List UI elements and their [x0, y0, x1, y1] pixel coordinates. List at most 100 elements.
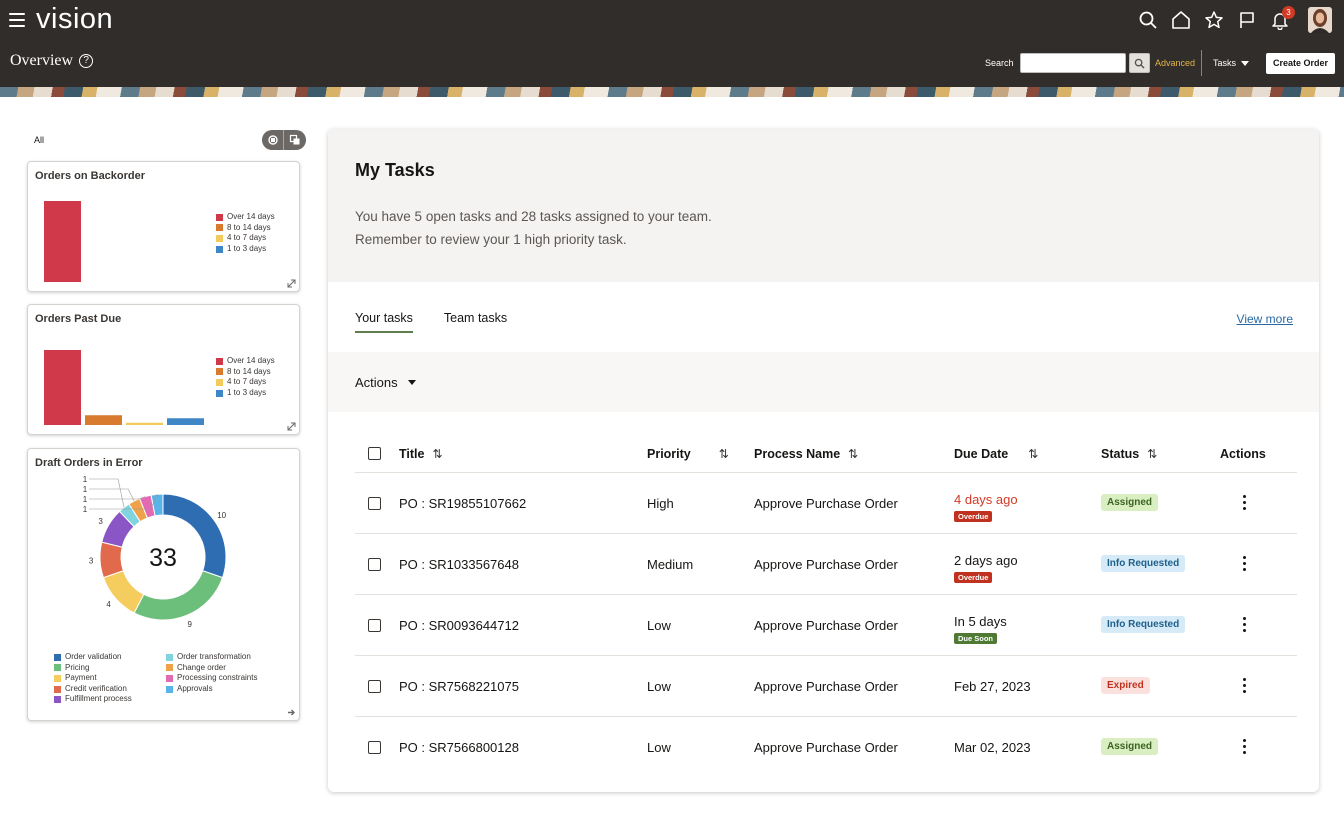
search-button[interactable] — [1129, 53, 1150, 73]
help-icon[interactable]: ? — [79, 54, 94, 68]
slice-value-label: 9 — [188, 620, 193, 629]
row-checkbox[interactable] — [368, 680, 381, 693]
donut-slice[interactable] — [99, 541, 124, 579]
sort-icon[interactable]: ⇅ — [719, 447, 729, 461]
legend-item: Order validation — [54, 652, 132, 663]
overdue-tag: Overdue — [954, 572, 993, 583]
task-process: Approve Purchase Order — [754, 557, 898, 572]
status-badge: Info Requested — [1101, 555, 1186, 572]
card-draft-orders-in-error[interactable]: Draft Orders in Error 10 9 4 3 3 1 1 1 1 33 Order… — [27, 448, 300, 721]
column-header-process[interactable]: Process Name ⇅ — [754, 447, 858, 461]
slice-value-label: 1 — [83, 495, 88, 504]
chart-legend: Over 14 days 8 to 14 days 4 to 7 days 1 … — [216, 356, 275, 398]
sort-icon[interactable]: ⇅ — [1028, 447, 1038, 461]
task-process: Approve Purchase Order — [754, 496, 898, 511]
search-input[interactable] — [1020, 53, 1126, 73]
column-header-priority[interactable]: Priority ⇅ — [647, 447, 729, 461]
more-actions-icon[interactable] — [1239, 495, 1249, 511]
bell-icon[interactable]: 3 — [1263, 6, 1296, 33]
slice-value-label: 1 — [83, 485, 88, 494]
sort-icon[interactable]: ⇅ — [432, 447, 442, 461]
slice-value-label: 10 — [217, 511, 226, 520]
more-actions-icon[interactable] — [1239, 617, 1249, 633]
legend-item: 8 to 14 days — [216, 223, 275, 234]
sort-icon[interactable]: ⇅ — [1147, 447, 1157, 461]
card-orders-past-due[interactable]: Orders Past Due Over 14 days 8 to 14 day… — [27, 304, 300, 435]
row-checkbox[interactable] — [368, 558, 381, 571]
more-actions-icon[interactable] — [1239, 556, 1249, 572]
list-view-button[interactable] — [284, 130, 306, 150]
chevron-down-icon — [1241, 60, 1250, 66]
row-checkbox[interactable] — [368, 497, 381, 510]
task-title[interactable]: PO : SR7568221075 — [399, 679, 519, 694]
bar[interactable] — [44, 201, 81, 282]
page-title: Overview ? — [10, 52, 94, 70]
bar[interactable] — [126, 422, 163, 425]
task-priority: Low — [647, 618, 671, 633]
legend-item: Payment — [54, 673, 132, 684]
donut-slice[interactable] — [133, 570, 224, 621]
task-title[interactable]: PO : SR1033567648 — [399, 557, 519, 572]
table-row[interactable]: PO : SR19855107662 High Approve Purchase… — [355, 473, 1297, 534]
panel-description: You have 5 open tasks and 28 tasks assig… — [355, 205, 712, 251]
task-priority: Low — [647, 740, 671, 755]
create-order-button[interactable]: Create Order — [1266, 53, 1335, 74]
expand-icon[interactable] — [287, 279, 296, 288]
task-title[interactable]: PO : SR0093644712 — [399, 618, 519, 633]
search-icon[interactable] — [1131, 7, 1164, 33]
select-all-checkbox[interactable] — [368, 447, 381, 460]
leader-line — [89, 496, 146, 500]
column-header-status[interactable]: Status ⇅ — [1101, 447, 1157, 461]
tasks-menu[interactable]: Tasks — [1213, 58, 1250, 68]
bar[interactable] — [44, 350, 81, 425]
sort-icon[interactable]: ⇅ — [848, 447, 858, 461]
actions-menu-button[interactable]: Actions — [355, 375, 416, 390]
grid-view-button[interactable] — [262, 130, 284, 150]
table-row[interactable]: PO : SR7568221075 Low Approve Purchase O… — [355, 656, 1297, 717]
task-title[interactable]: PO : SR7566800128 — [399, 740, 519, 755]
brand-logo[interactable]: vision — [36, 3, 113, 36]
legend-item: Change order — [166, 663, 257, 674]
search-label: Search — [985, 58, 1014, 68]
layers-icon — [289, 134, 300, 145]
page-title-text: Overview — [10, 52, 74, 69]
due-date-text: In 5 days — [954, 614, 1007, 629]
leader-line — [89, 478, 125, 508]
row-checkbox[interactable] — [368, 619, 381, 632]
divider — [1201, 50, 1202, 76]
chart-legend-right: Order transformation Change order Proces… — [166, 652, 257, 694]
more-actions-icon[interactable] — [1239, 678, 1249, 694]
bar[interactable] — [167, 418, 204, 425]
column-header-due-date[interactable]: Due Date ⇅ — [954, 447, 1038, 461]
avatar[interactable] — [1308, 7, 1332, 33]
bar[interactable] — [85, 415, 122, 425]
advanced-search-link[interactable]: Advanced — [1155, 58, 1195, 68]
legend-item: 1 to 3 days — [216, 244, 275, 255]
description-line: You have 5 open tasks and 28 tasks assig… — [355, 209, 712, 224]
task-title[interactable]: PO : SR19855107662 — [399, 496, 526, 511]
arrow-right-icon[interactable] — [287, 708, 296, 717]
column-header-title[interactable]: Title ⇅ — [399, 447, 443, 461]
slice-value-label: 1 — [83, 475, 88, 484]
table-row[interactable]: PO : SR1033567648 Medium Approve Purchas… — [355, 534, 1297, 595]
more-actions-icon[interactable] — [1239, 739, 1249, 755]
tab-team-tasks[interactable]: Team tasks — [444, 311, 507, 333]
overdue-tag: Overdue — [954, 511, 993, 522]
chart-legend: Over 14 days 8 to 14 days 4 to 7 days 1 … — [216, 212, 275, 254]
table-row[interactable]: PO : SR7566800128 Low Approve Purchase O… — [355, 717, 1297, 778]
filter-label: All — [34, 135, 45, 145]
view-more-link[interactable]: View more — [1237, 312, 1293, 326]
task-due: 4 days ago Overdue — [954, 492, 1018, 522]
row-checkbox[interactable] — [368, 741, 381, 754]
due-soon-tag: Due Soon — [954, 633, 997, 644]
legend-item: 8 to 14 days — [216, 367, 275, 378]
expand-icon[interactable] — [287, 422, 296, 431]
flag-icon[interactable] — [1230, 7, 1263, 33]
tab-your-tasks[interactable]: Your tasks — [355, 311, 413, 333]
card-orders-on-backorder[interactable]: Orders on Backorder Over 14 days 8 to 14… — [27, 161, 300, 292]
star-icon[interactable] — [1197, 7, 1230, 33]
table-row[interactable]: PO : SR0093644712 Low Approve Purchase O… — [355, 595, 1297, 656]
refresh-icon — [267, 135, 278, 145]
menu-icon[interactable] — [9, 13, 25, 27]
home-icon[interactable] — [1164, 7, 1197, 33]
